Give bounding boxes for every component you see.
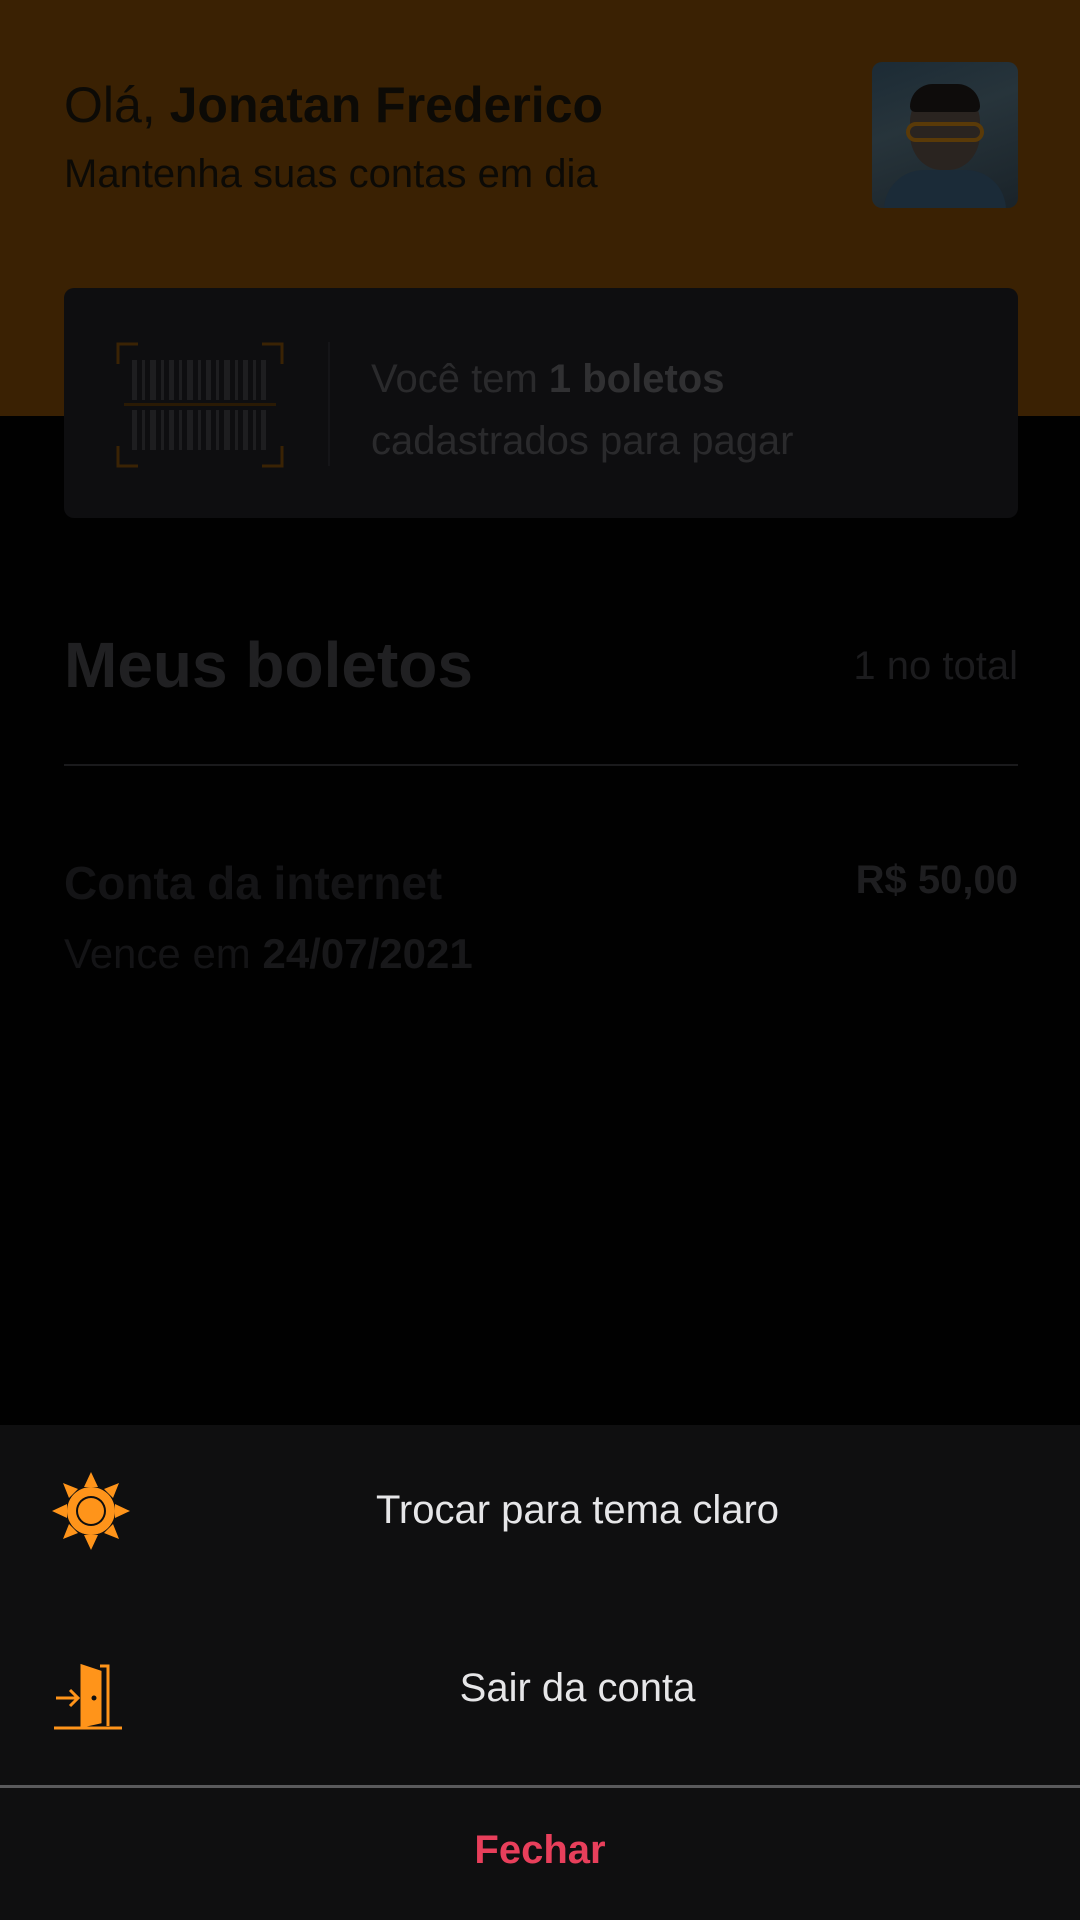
summary-suffix: cadastrados para pagar xyxy=(371,419,794,463)
card-divider xyxy=(328,342,330,466)
section-title: Meus boletos xyxy=(64,629,473,701)
logout-button[interactable]: Sair da conta xyxy=(0,1618,1080,1768)
close-button[interactable]: Fechar xyxy=(0,1790,1080,1920)
boleto-summary-text: Você tem 1 boletos cadastrados para paga… xyxy=(371,348,794,472)
boleto-count: 1 boletos xyxy=(548,357,725,401)
greeting: Olá, Jonatan Frederico xyxy=(64,76,603,134)
due-prefix: Vence em xyxy=(64,930,263,977)
due-date: 24/07/2021 xyxy=(262,930,473,977)
bill-value: R$ 50,00 xyxy=(855,858,1018,902)
bill-name: Conta da internet xyxy=(64,857,443,909)
avatar[interactable] xyxy=(872,62,1018,208)
sheet-divider xyxy=(0,1785,1080,1788)
greeting-prefix: Olá, xyxy=(64,77,170,133)
header-subtitle: Mantenha suas contas em dia xyxy=(64,152,598,196)
switch-theme-button[interactable]: Trocar para tema claro xyxy=(0,1442,1080,1592)
bill-due-date: Vence em 24/07/2021 xyxy=(64,930,473,978)
summary-prefix: Você tem xyxy=(371,357,549,401)
logout-label: Sair da conta xyxy=(459,1666,696,1710)
user-name: Jonatan Frederico xyxy=(169,77,604,133)
section-divider xyxy=(64,764,1018,766)
boleto-summary-card[interactable]: Você tem 1 boletos cadastrados para paga… xyxy=(64,288,1018,518)
home-screen: Olá, Jonatan Frederico Mantenha suas con… xyxy=(0,0,1080,1425)
barcode-scan-icon xyxy=(116,342,284,468)
section-count: 1 no total xyxy=(853,644,1018,688)
switch-theme-label: Trocar para tema claro xyxy=(375,1488,780,1532)
